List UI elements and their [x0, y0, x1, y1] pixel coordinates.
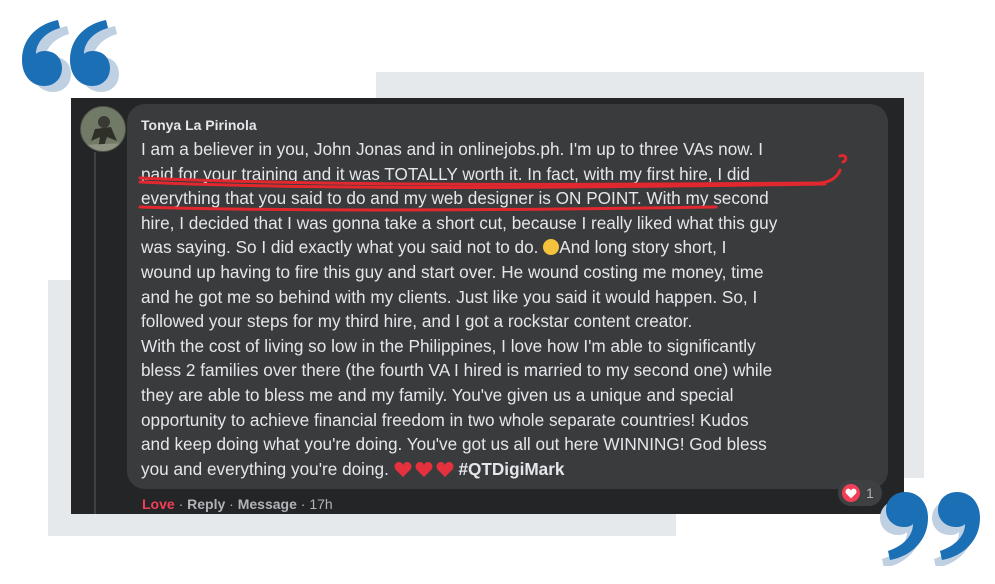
separator: ·	[225, 496, 238, 512]
hearts-emoji-group	[394, 461, 454, 478]
rolling-eyes-emoji	[543, 239, 560, 256]
comment-actions: Love · Reply · Message · 17h	[142, 496, 333, 512]
hashtag-link[interactable]: #QTDigiMark	[458, 459, 564, 479]
comment-line: hire, I decided that I was gonna take a …	[141, 212, 778, 233]
comment-author[interactable]: Tonya La Pirinola	[141, 117, 257, 133]
background-panel	[48, 514, 676, 536]
heart-emoji	[394, 461, 412, 477]
open-quote-icon	[22, 20, 119, 92]
love-button[interactable]: Love	[142, 496, 175, 512]
comment-line: they are able to bless me and my family.…	[141, 384, 734, 405]
comment-line: paid for your training and it was TOTALL…	[141, 163, 750, 184]
comment-line: I am a believer in you, John Jonas and i…	[141, 139, 764, 159]
comment-line: followed your steps for my third hire, a…	[141, 311, 693, 332]
comment-line: opportunity to achieve financial freedom…	[141, 409, 749, 430]
timestamp[interactable]: 17h	[309, 496, 332, 512]
comment-line: and he got me so behind with my clients.…	[141, 286, 758, 307]
thread-line	[94, 152, 96, 514]
heart-icon	[842, 484, 860, 502]
separator: ·	[174, 496, 188, 512]
reply-button[interactable]: Reply	[187, 496, 225, 512]
separator: ·	[296, 496, 310, 512]
comment-line: you and everything you're doing.	[141, 458, 389, 479]
heart-emoji	[436, 461, 454, 477]
comment-line: and keep doing what you're doing. You've…	[141, 434, 767, 455]
background-panel	[376, 72, 924, 98]
background-panel	[903, 98, 924, 478]
comment-line: bless 2 families over there (the fourth …	[141, 360, 773, 381]
avatar-image	[81, 107, 125, 151]
heart-emoji	[415, 461, 433, 477]
message-button[interactable]: Message	[238, 496, 297, 512]
comment-text: I am a believer in you, John Jonas and i…	[141, 137, 886, 481]
comment-line: And long story short, I	[559, 237, 727, 258]
comment-line: wound up having to fire this guy and sta…	[141, 261, 764, 282]
comment-line: was saying. So I did exactly what you sa…	[141, 237, 539, 258]
comment-line: With the cost of living so low in the Ph…	[141, 335, 756, 356]
comment-line: everything that you said to do and my we…	[141, 188, 769, 209]
close-quote-icon	[880, 492, 980, 566]
avatar[interactable]	[80, 106, 126, 152]
